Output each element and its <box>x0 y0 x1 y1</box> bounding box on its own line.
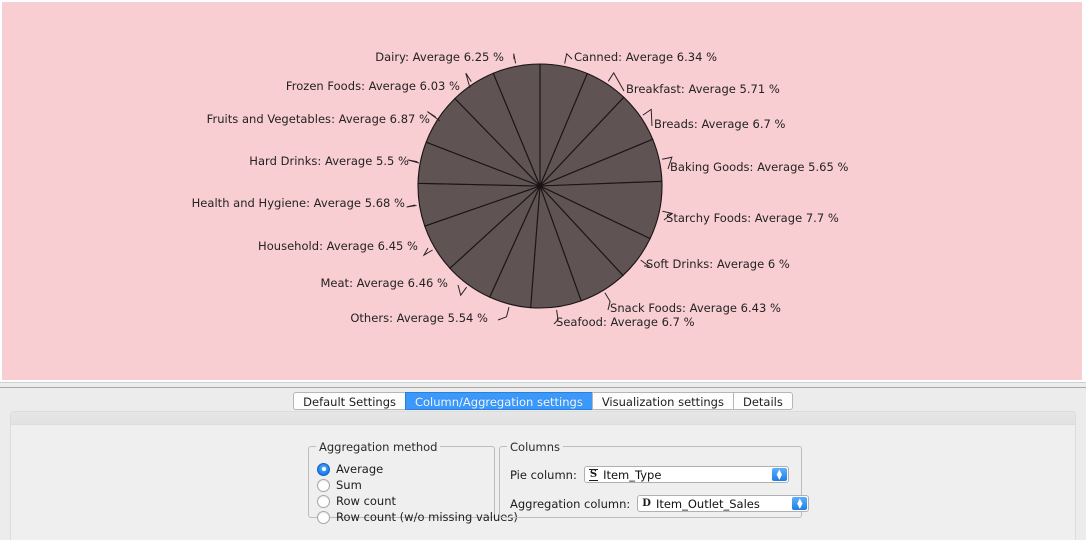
radio-label: Sum <box>336 478 362 492</box>
pie-column-label: Pie column: <box>510 467 577 482</box>
pie-column-select[interactable]: S Item_Type ▲ ▼ <box>583 466 789 483</box>
pie-column-row: Pie column: S Item_Type ▲ ▼ <box>510 466 789 483</box>
pie-slice-label: Seafood: Average 6.7 % <box>556 315 695 329</box>
chevron-updown-icon[interactable]: ▲ ▼ <box>771 468 787 481</box>
pie-column-value: Item_Type <box>603 467 662 482</box>
radio-label: Row count (w/o missing values) <box>336 510 518 524</box>
pie-chart-graphic <box>406 52 674 325</box>
pie-chart-view: Canned: Average 6.34 % Breakfast: Average… <box>0 0 1086 540</box>
tab-visualization-settings[interactable]: Visualization settings <box>591 392 733 410</box>
pie-slice-label: Breads: Average 6.7 % <box>654 117 786 131</box>
aggregation-method-group: Aggregation method Average Sum Row count Ro… <box>308 440 518 524</box>
tab-column-aggregation-settings[interactable]: Column/Aggregation settings <box>404 392 592 410</box>
aggregation-column-label: Aggregation column: <box>510 496 631 511</box>
pie-label-leader-line <box>406 204 417 208</box>
radio-indicator-icon[interactable] <box>317 510 330 524</box>
tab-default-settings[interactable]: Default Settings <box>293 392 405 410</box>
aggregation-column-row: Aggregation column: D Item_Outlet_Sales … <box>510 495 810 512</box>
columns-group: Columns Pie column: S Item_Type ▲ ▼ Aggre… <box>499 440 810 518</box>
aggregation-method-title: Aggregation method <box>316 440 441 454</box>
pie-slice-label: Dairy: Average 6.25 % <box>375 50 504 64</box>
pie-slice-label: Health and Hygiene: Average 5.68 % <box>191 196 405 210</box>
aggregation-column-select[interactable]: D Item_Outlet_Sales ▲ ▼ <box>637 495 810 512</box>
pie-slice-label: Canned: Average 6.34 % <box>574 50 718 64</box>
settings-panel: Aggregation method Average Sum Row count Ro… <box>10 411 1076 540</box>
radio-indicator-icon[interactable] <box>317 478 330 492</box>
pie-label-leader-line <box>513 53 517 64</box>
pie-slice-label: Household: Average 6.45 % <box>258 239 418 253</box>
radio-indicator-icon[interactable] <box>317 494 330 508</box>
pie-label-leader-line <box>422 247 433 257</box>
settings-area: Default Settings Column/Aggregation setti… <box>0 388 1086 540</box>
radio-indicator-icon[interactable] <box>317 462 330 476</box>
pie-slice-label: Baking Goods: Average 5.65 % <box>670 160 849 174</box>
pie-label-leader-line <box>457 284 468 297</box>
pie-label-leader-line <box>407 159 420 164</box>
pie-chart-canvas[interactable]: Canned: Average 6.34 % Breakfast: Average… <box>2 2 1082 380</box>
chevron-updown-icon[interactable]: ▲ ▼ <box>792 497 808 510</box>
tab-details[interactable]: Details <box>732 392 793 410</box>
pie-label-leader-line <box>564 52 573 64</box>
pie-slice-label: Meat: Average 6.46 % <box>320 276 448 290</box>
radio-label: Average <box>336 462 384 476</box>
radio-label: Row count <box>336 494 397 508</box>
chart-panel: Canned: Average 6.34 % Breakfast: Average… <box>0 0 1086 382</box>
pie-slice-label: Snack Foods: Average 6.43 % <box>610 301 781 315</box>
pie-slice-label: Hard Drinks: Average 5.5 % <box>249 154 409 168</box>
tab-bar: Default Settings Column/Aggregation setti… <box>0 392 1086 412</box>
pie-slice-label: Fruits and Vegetables: Average 6.87 % <box>206 112 430 126</box>
pie-slice-label: Starchy Foods: Average 7.7 % <box>666 211 839 225</box>
columns-title: Columns <box>507 440 564 454</box>
radio-row-count-w-o-missing-values[interactable]: Row count (w/o missing values) <box>317 509 518 525</box>
pie-slice-label: Frozen Foods: Average 6.03 % <box>285 79 460 93</box>
panel-titlebar <box>11 412 1075 425</box>
radio-row-count[interactable]: Row count <box>317 493 396 509</box>
pie-slice-label: Others: Average 5.54 % <box>350 311 488 325</box>
radio-sum[interactable]: Sum <box>317 477 362 493</box>
pie-label-leader-line <box>497 306 510 321</box>
string-type-icon: S <box>588 468 599 481</box>
aggregation-column-value: Item_Outlet_Sales <box>655 496 760 511</box>
radio-average[interactable]: Average <box>317 461 383 477</box>
pie-slice-label: Breakfast: Average 5.71 % <box>626 82 780 96</box>
pie-slice-label: Soft Drinks: Average 6 % <box>646 257 790 271</box>
double-type-icon: D <box>642 497 651 509</box>
